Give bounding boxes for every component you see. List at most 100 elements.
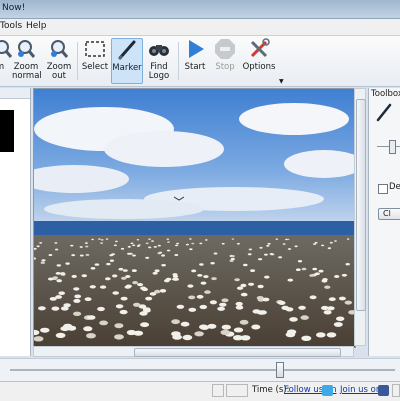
bird xyxy=(188,307,197,312)
menu-bar: Tools Help xyxy=(0,19,400,36)
bird xyxy=(136,239,140,241)
bird xyxy=(81,274,87,278)
window-title: Now! xyxy=(2,3,26,13)
bird xyxy=(126,329,137,336)
twitter-icon[interactable] xyxy=(322,385,333,396)
bird xyxy=(151,240,154,242)
bird xyxy=(257,284,264,289)
horizontal-scrollbar[interactable] xyxy=(33,346,354,357)
select-button[interactable]: Select xyxy=(81,38,109,84)
menu-tools[interactable]: Tools xyxy=(0,21,22,31)
bird xyxy=(161,264,166,267)
bird xyxy=(171,319,181,325)
bird xyxy=(258,258,263,261)
status-cell xyxy=(212,384,224,397)
horizontal-scroll-thumb[interactable] xyxy=(134,348,341,357)
play-icon xyxy=(189,40,204,58)
bird xyxy=(247,253,252,256)
bird xyxy=(105,238,109,240)
bird xyxy=(233,327,244,333)
bird xyxy=(94,263,100,266)
bird xyxy=(166,249,171,252)
bird xyxy=(65,262,70,265)
bird xyxy=(112,274,118,278)
bird xyxy=(171,331,181,337)
bird xyxy=(83,326,93,332)
bird xyxy=(132,254,136,257)
toolbox-checkbox[interactable] xyxy=(378,184,388,194)
toolbox-panel: Toolbox Des Cl xyxy=(368,88,400,356)
bird xyxy=(345,263,350,266)
bird xyxy=(173,277,179,281)
find-logo-button[interactable]: Find Logo xyxy=(145,38,173,84)
bird xyxy=(321,305,329,311)
bird xyxy=(295,268,301,271)
facebook-icon[interactable] xyxy=(378,385,389,396)
bird xyxy=(200,281,207,285)
marker-button[interactable]: Marker xyxy=(111,38,143,84)
options-dropdown-arrow-icon[interactable]: ▼ xyxy=(279,78,284,85)
bird xyxy=(115,304,124,309)
bird xyxy=(314,241,318,244)
bird xyxy=(121,276,127,280)
options-button[interactable]: Options xyxy=(242,38,276,84)
menu-help[interactable]: Help xyxy=(26,21,47,31)
bird xyxy=(99,320,108,326)
gannet-colony-photo xyxy=(34,89,355,347)
tools-icon xyxy=(250,38,270,58)
bird xyxy=(318,269,324,273)
bird xyxy=(287,248,292,250)
bird xyxy=(240,335,251,341)
bird xyxy=(239,319,249,325)
vertical-scroll-thumb[interactable] xyxy=(356,99,366,311)
bird xyxy=(140,286,147,290)
bird xyxy=(285,307,294,312)
bird xyxy=(136,245,140,247)
timeline-track[interactable] xyxy=(10,369,395,371)
bird xyxy=(326,332,337,338)
bird xyxy=(157,244,161,247)
bird xyxy=(67,325,77,331)
zoom-normal-button[interactable]: Zoom normal xyxy=(12,38,42,84)
toolbar: m Zoom normal Zoom out Select xyxy=(0,36,400,87)
image-canvas[interactable] xyxy=(33,88,356,348)
bird xyxy=(51,306,60,311)
bird xyxy=(243,263,248,267)
bird xyxy=(204,290,211,294)
start-button[interactable]: Start xyxy=(182,38,208,84)
bird xyxy=(264,275,270,279)
bird xyxy=(312,267,318,271)
vertical-scrollbar[interactable] xyxy=(354,88,366,346)
bird xyxy=(105,277,111,281)
bird xyxy=(316,332,326,338)
bird xyxy=(235,301,243,306)
bird xyxy=(111,253,115,256)
join-us-link[interactable]: Join us on xyxy=(340,385,381,395)
bird xyxy=(346,238,350,240)
bird xyxy=(275,238,279,240)
zoom-out-label: Zoom out xyxy=(46,62,72,81)
bird xyxy=(48,254,53,256)
bird xyxy=(74,294,82,299)
bird xyxy=(85,245,89,248)
stop-button[interactable]: Stop xyxy=(212,38,238,84)
bird xyxy=(79,246,83,248)
bird xyxy=(172,274,179,278)
pen-size-slider-thumb[interactable] xyxy=(389,140,396,154)
bird xyxy=(220,329,230,335)
status-cell xyxy=(226,384,248,397)
timeline-thumb[interactable] xyxy=(276,362,284,378)
left-panel xyxy=(0,88,31,356)
resize-grip[interactable] xyxy=(392,384,400,397)
zoom-normal-icon xyxy=(18,40,36,58)
bird xyxy=(289,317,298,322)
bird xyxy=(148,238,151,240)
bird xyxy=(56,264,62,267)
zoom-in-button[interactable]: m xyxy=(0,38,13,84)
bird xyxy=(207,323,217,329)
bird xyxy=(251,324,261,330)
toolbox-checkbox-label: Des xyxy=(389,182,400,192)
clear-button[interactable]: Cl xyxy=(378,208,400,220)
zoom-out-button[interactable]: Zoom out xyxy=(44,38,74,84)
status-bar: Time (s): Follow us on Join us on xyxy=(0,381,400,401)
